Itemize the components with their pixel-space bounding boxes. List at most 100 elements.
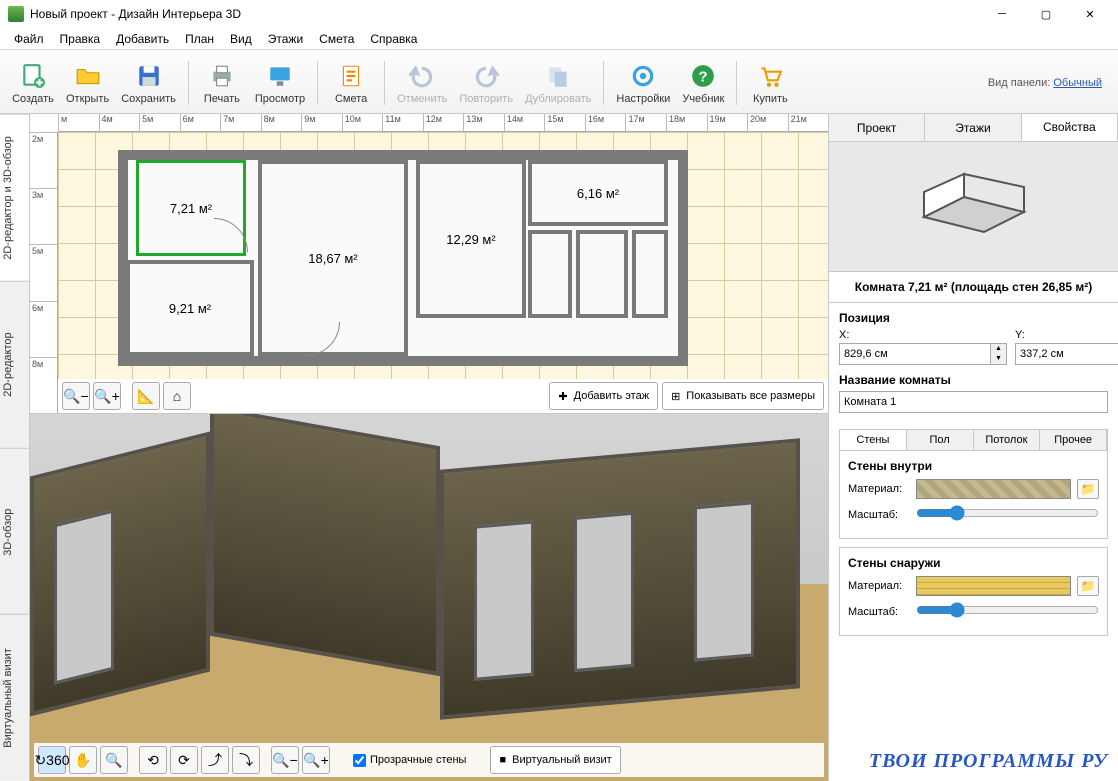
rot-ccw-button[interactable]: ⟲ (139, 746, 167, 774)
subtab-other[interactable]: Прочее (1040, 430, 1107, 450)
room-small-3[interactable] (632, 230, 668, 318)
print-icon (208, 62, 236, 90)
dims-icon: ⊞ (671, 390, 680, 403)
tab-floors[interactable]: Этажи (925, 114, 1021, 141)
room-small-1[interactable] (528, 230, 572, 318)
open-button[interactable]: Открыть (60, 54, 115, 112)
measure-button[interactable]: 📐 (132, 382, 160, 410)
plus-icon: ✚ (558, 390, 567, 403)
maximize-button[interactable]: ▢ (1024, 0, 1068, 28)
menu-budget[interactable]: Смета (311, 30, 362, 48)
inside-scale-slider[interactable] (916, 505, 1099, 521)
save-icon (135, 62, 163, 90)
menu-file[interactable]: Файл (6, 30, 52, 48)
menu-add[interactable]: Добавить (108, 30, 177, 48)
ruler-horizontal: м4м5м6м7м8м9м10м11м12м13м14м15м16м17м18м… (58, 114, 828, 132)
panel-mode-link[interactable]: Обычный (1053, 77, 1102, 89)
duplicate-icon (544, 62, 572, 90)
v-zoom-in[interactable]: 🔍+ (302, 746, 330, 774)
svg-text:?: ? (699, 68, 708, 85)
ruler-vertical: 2м3м5м6м8м (30, 132, 58, 413)
room-name-input[interactable] (839, 391, 1108, 413)
room-3[interactable]: 18,67 м² (258, 160, 408, 356)
tilt-down-button[interactable]: ⤵ (232, 746, 260, 774)
zoom-in-button[interactable]: 🔍+ (93, 382, 121, 410)
room-4[interactable]: 12,29 м² (416, 160, 526, 318)
menu-edit[interactable]: Правка (52, 30, 109, 48)
vtab-2d3d[interactable]: 2D-редактор и 3D-обзор (0, 114, 29, 281)
create-button[interactable]: Создать (6, 54, 60, 112)
window-title: Новый проект - Дизайн Интерьера 3D (30, 7, 980, 21)
position-heading: Позиция (839, 311, 1108, 325)
help-icon: ? (689, 62, 717, 90)
panel-mode: Вид панели: Обычный (988, 77, 1112, 89)
rot-cw-button[interactable]: ⟳ (170, 746, 198, 774)
new-icon (19, 62, 47, 90)
subtab-floor[interactable]: Пол (907, 430, 974, 450)
orbit-button[interactable]: ↻360 (38, 746, 66, 774)
outside-material-browse[interactable]: 📁 (1077, 576, 1099, 596)
buy-button[interactable]: Купить (743, 54, 797, 112)
door-icon (214, 218, 248, 252)
zoom-button[interactable]: 🔍 (100, 746, 128, 774)
room-preview (829, 142, 1118, 272)
outside-scale-slider[interactable] (916, 602, 1099, 618)
redo-icon (472, 62, 500, 90)
add-floor-button[interactable]: ✚ Добавить этаж (549, 382, 658, 410)
redo-button[interactable]: Повторить (453, 54, 519, 112)
walls-inside-heading: Стены внутри (848, 459, 1099, 473)
3d-view[interactable]: ↻360 ✋ 🔍 ⟲ ⟳ ⤴ ⤵ 🔍− 🔍+ Прозрачные стены … (30, 414, 828, 781)
room-1[interactable]: 7,21 м² (136, 160, 246, 256)
undo-button[interactable]: Отменить (391, 54, 453, 112)
y-input[interactable]: ▲▼ (1015, 343, 1118, 365)
menu-floors[interactable]: Этажи (260, 30, 311, 48)
watermark: ТВОИ ПРОГРАММЫ РУ (869, 750, 1108, 773)
subtab-ceiling[interactable]: Потолок (974, 430, 1041, 450)
vtab-3d[interactable]: 3D-обзор (0, 448, 29, 615)
tab-properties[interactable]: Свойства (1022, 114, 1118, 141)
print-button[interactable]: Печать (195, 54, 249, 112)
gear-icon (629, 62, 657, 90)
monitor-icon (266, 62, 294, 90)
menu-plan[interactable]: План (177, 30, 222, 48)
folder-icon (74, 62, 102, 90)
undo-icon (408, 62, 436, 90)
menu-view[interactable]: Вид (222, 30, 260, 48)
pan-button[interactable]: ✋ (69, 746, 97, 774)
tab-project[interactable]: Проект (829, 114, 925, 141)
room-name-heading: Название комнаты (839, 373, 1108, 387)
room-title: Комната 7,21 м² (площадь стен 26,85 м²) (829, 272, 1118, 303)
vtab-2d[interactable]: 2D-редактор (0, 281, 29, 448)
show-dims-button[interactable]: ⊞ Показывать все размеры (662, 382, 824, 410)
minimize-button[interactable]: ─ (980, 0, 1024, 28)
room-5[interactable]: 9,21 м² (126, 260, 254, 356)
camera-icon: ■ (499, 754, 506, 766)
v-zoom-out[interactable]: 🔍− (271, 746, 299, 774)
transparent-walls-checkbox[interactable]: Прозрачные стены (353, 754, 466, 767)
zoom-out-button[interactable]: 🔍− (62, 382, 90, 410)
room-2[interactable]: 6,16 м² (528, 160, 668, 226)
tilt-up-button[interactable]: ⤴ (201, 746, 229, 774)
cart-icon (756, 62, 784, 90)
subtab-walls[interactable]: Стены (840, 430, 907, 450)
settings-button[interactable]: Настройки (610, 54, 676, 112)
virtual-visit-button[interactable]: ■ Виртуальный визит (490, 746, 620, 774)
notes-icon (337, 62, 365, 90)
save-button[interactable]: Сохранить (115, 54, 182, 112)
walls-outside-heading: Стены снаружи (848, 556, 1099, 570)
menu-help[interactable]: Справка (362, 30, 425, 48)
budget-button[interactable]: Смета (324, 54, 378, 112)
inside-material-browse[interactable]: 📁 (1077, 479, 1099, 499)
x-input[interactable]: ▲▼ (839, 343, 1007, 365)
close-button[interactable]: ✕ (1068, 0, 1112, 28)
home-button[interactable]: ⌂ (163, 382, 191, 410)
duplicate-button[interactable]: Дублировать (519, 54, 597, 112)
room-small-2[interactable] (576, 230, 628, 318)
help-button[interactable]: ? Учебник (676, 54, 730, 112)
outside-material-swatch[interactable] (916, 576, 1071, 596)
plan-view[interactable]: м4м5м6м7м8м9м10м11м12м13м14м15м16м17м18м… (30, 114, 828, 414)
app-icon (8, 6, 24, 22)
preview-button[interactable]: Просмотр (249, 54, 311, 112)
inside-material-swatch[interactable] (916, 479, 1071, 499)
vtab-virtual[interactable]: Виртуальный визит (0, 614, 29, 781)
